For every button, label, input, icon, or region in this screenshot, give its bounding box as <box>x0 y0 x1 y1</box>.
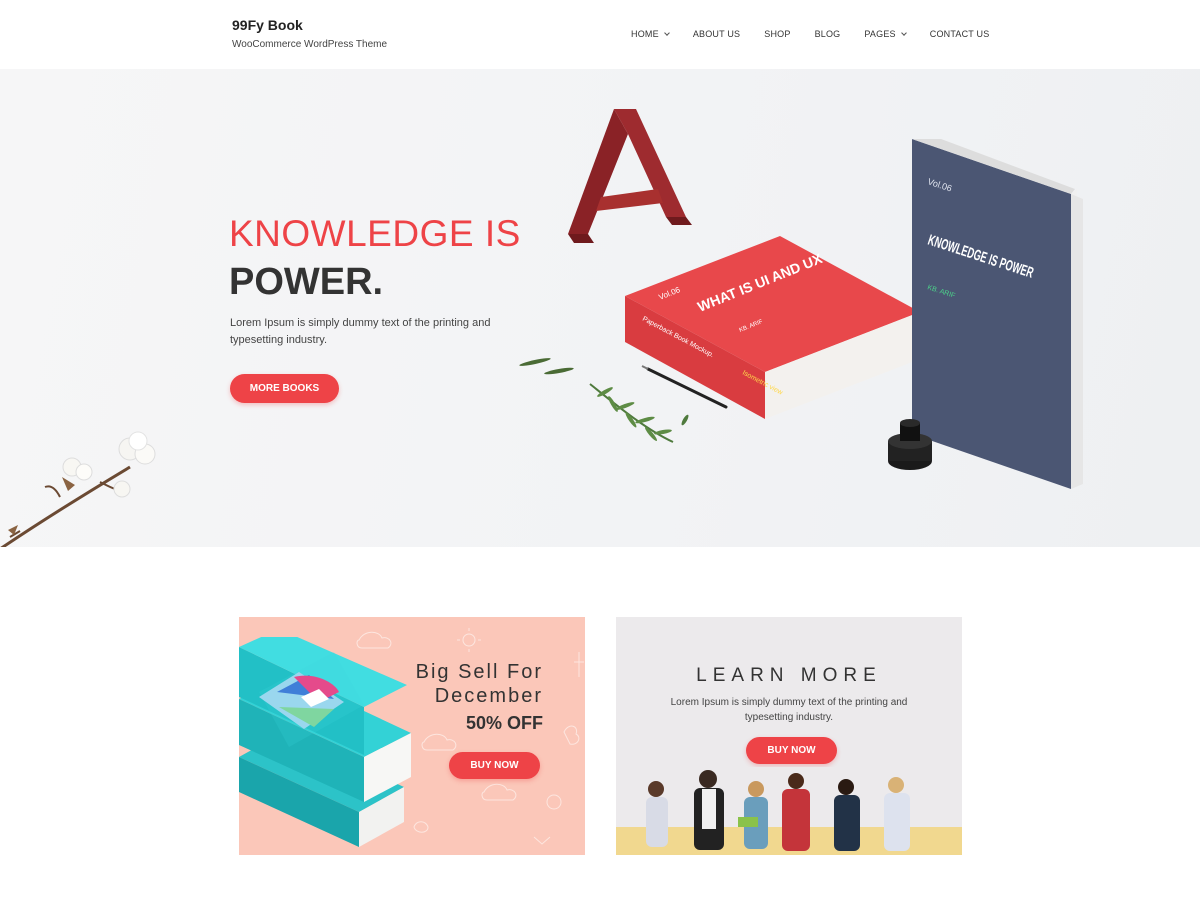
nav-item-label: BLOG <box>814 29 841 39</box>
nav-item-pages[interactable]: PAGES <box>864 29 907 39</box>
cotton-branch-image <box>0 431 156 547</box>
learn-more-description: Lorem Ipsum is simply dummy text of the … <box>670 697 908 723</box>
site-header: 99Fy Book WooCommerce WordPress Theme HO… <box>0 0 1200 69</box>
nav-item-about-us[interactable]: ABOUT US <box>693 29 740 39</box>
leaf-pieces-image <box>519 358 574 375</box>
learn-more-title: LEARN MORE <box>696 665 882 686</box>
more-books-button[interactable]: MORE BOOKS <box>230 374 339 403</box>
nav-item-label: HOME <box>631 29 659 39</box>
promo-sale-line1: Big Sell For <box>415 661 543 683</box>
teal-books-image <box>239 637 411 847</box>
nav-item-label: SHOP <box>764 29 791 39</box>
site-title[interactable]: 99Fy Book <box>232 17 303 33</box>
nav-item-label: ABOUT US <box>692 29 741 39</box>
rosemary-leaf-image <box>589 383 689 443</box>
nav-item-blog[interactable]: BLOG <box>815 29 841 39</box>
nav-item-label: PAGES <box>864 29 896 39</box>
blue-book-image: Vol.06 KNOWLEDGE IS POWER KB. ARIF <box>912 139 1083 489</box>
promo-sale-line2: December <box>434 685 543 707</box>
nav-item-home[interactable]: HOME <box>631 29 670 39</box>
buy-now-button[interactable]: BUY NOW <box>449 752 540 779</box>
nav-item-label: CONTACT US <box>929 29 990 39</box>
chevron-down-icon <box>663 29 670 36</box>
students-photo <box>616 767 962 855</box>
chevron-down-icon <box>900 29 907 36</box>
buy-now-button[interactable]: BUY NOW <box>746 737 837 764</box>
promo-sale-discount: 50% OFF <box>465 713 543 733</box>
hero-description: Lorem Ipsum is simply dummy text of the … <box>230 317 491 346</box>
site-tagline: WooCommerce WordPress Theme <box>232 39 388 50</box>
hero-headline-line2: POWER. <box>229 261 384 303</box>
nav-item-contact-us[interactable]: CONTACT US <box>930 29 990 39</box>
hero-section: Vol.06 WHAT IS UI AND UX KB. ARIF Paperb… <box>0 69 1200 547</box>
promo-card-sale[interactable]: Big Sell For December 50% OFF BUY NOW <box>239 617 585 855</box>
ink-bottle-image <box>888 419 932 470</box>
nav-item-shop[interactable]: SHOP <box>764 29 790 39</box>
main-nav: HOME ABOUT US SHOP BLOG PAGES CONTACT US <box>631 29 989 39</box>
promo-card-learn-more[interactable]: LEARN MORE Lorem Ipsum is simply dummy t… <box>616 617 962 855</box>
hero-headline-line1: KNOWLEDGE IS <box>229 213 521 254</box>
